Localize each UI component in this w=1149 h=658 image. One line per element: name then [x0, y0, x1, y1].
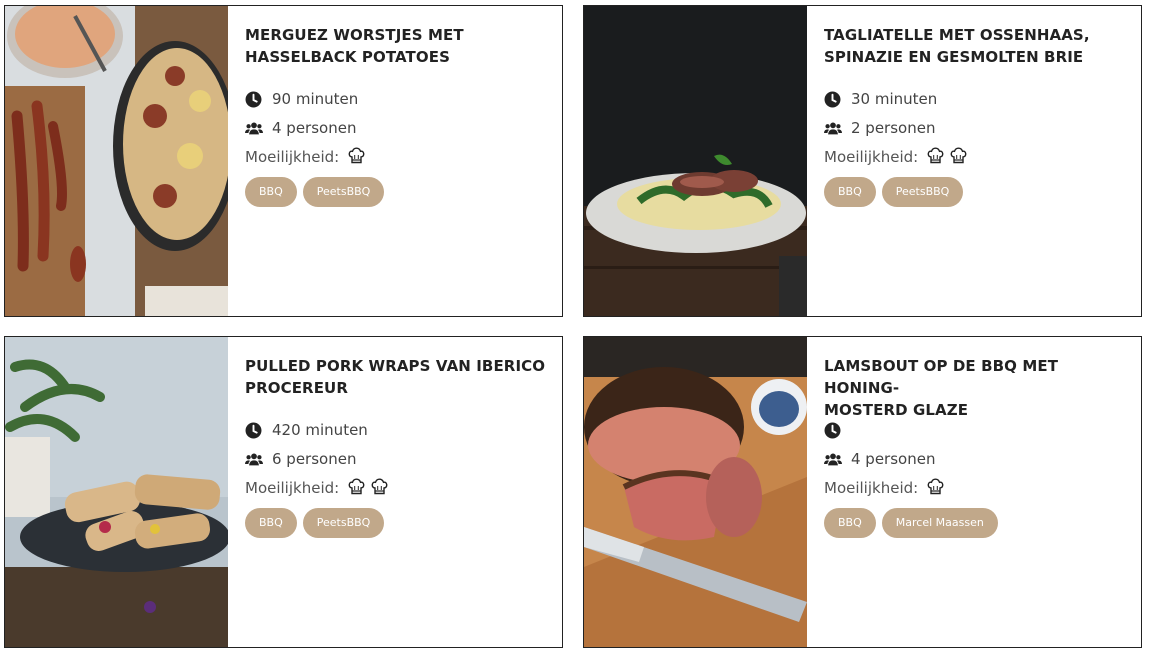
recipe-difficulty: Moeilijkheid: [824, 477, 944, 499]
recipe-persons: 6 personen [245, 449, 356, 469]
recipe-title[interactable]: MERGUEZ WORSTJES MET HASSELBACK POTATOES [245, 24, 552, 68]
recipe-title[interactable]: LAMSBOUT OP DE BBQ MET HONING- MOSTERD G… [824, 355, 1131, 421]
recipe-title-line[interactable]: PROCEREUR [245, 379, 348, 397]
users-icon [824, 450, 842, 468]
recipe-image[interactable] [584, 6, 807, 316]
difficulty-rating [348, 146, 365, 168]
users-icon [245, 450, 263, 468]
tag-bbq[interactable]: BBQ [245, 508, 297, 538]
users-icon [824, 119, 842, 137]
recipe-card[interactable]: MERGUEZ WORSTJES MET HASSELBACK POTATOES… [4, 5, 563, 317]
chef-hat-icon [950, 146, 967, 168]
tag-list: BBQ PeetsBBQ [824, 177, 964, 207]
recipe-time [824, 420, 851, 440]
tag-list: BBQ PeetsBBQ [245, 508, 385, 538]
recipe-title-line[interactable]: SPINAZIE EN GESMOLTEN BRIE [824, 48, 1083, 66]
tag-list: BBQ PeetsBBQ [245, 177, 385, 207]
recipe-image[interactable] [584, 337, 807, 647]
tag-author[interactable]: PeetsBBQ [302, 177, 385, 207]
time-value: 90 minuten [272, 90, 359, 108]
recipe-persons: 4 personen [245, 118, 356, 138]
time-value: 420 minuten [272, 421, 368, 439]
persons-value: 2 personen [851, 119, 936, 137]
recipe-card[interactable]: LAMSBOUT OP DE BBQ MET HONING- MOSTERD G… [583, 336, 1142, 648]
time-value: 30 minuten [851, 90, 938, 108]
recipe-title-line[interactable]: TAGLIATELLE MET OSSENHAAS, [824, 26, 1090, 44]
recipe-image[interactable] [5, 6, 228, 316]
clock-icon [245, 90, 263, 108]
recipe-card[interactable]: TAGLIATELLE MET OSSENHAAS, SPINAZIE EN G… [583, 5, 1142, 317]
persons-value: 4 personen [272, 119, 357, 137]
difficulty-label: Moeilijkheid: [824, 148, 919, 166]
difficulty-rating [927, 477, 944, 499]
recipe-time: 420 minuten [245, 420, 368, 440]
chef-hat-icon [371, 477, 388, 499]
difficulty-rating [927, 146, 967, 168]
recipe-persons: 2 personen [824, 118, 935, 138]
recipe-title-line[interactable]: MERGUEZ WORSTJES MET [245, 26, 464, 44]
recipe-title-line[interactable]: MOSTERD GLAZE [824, 401, 968, 419]
recipe-time: 30 minuten [824, 89, 937, 109]
recipe-time: 90 minuten [245, 89, 358, 109]
recipe-difficulty: Moeilijkheid: [824, 146, 967, 168]
tag-list: BBQ Marcel Maassen [824, 508, 998, 538]
clock-icon [824, 90, 842, 108]
recipe-persons: 4 personen [824, 449, 935, 469]
chef-hat-icon [348, 146, 365, 168]
persons-value: 6 personen [272, 450, 357, 468]
chef-hat-icon [927, 477, 944, 499]
tag-bbq[interactable]: BBQ [824, 177, 876, 207]
difficulty-label: Moeilijkheid: [245, 148, 340, 166]
difficulty-label: Moeilijkheid: [824, 479, 919, 497]
difficulty-rating [348, 477, 388, 499]
persons-value: 4 personen [851, 450, 936, 468]
recipe-difficulty: Moeilijkheid: [245, 146, 365, 168]
tag-author[interactable]: PeetsBBQ [881, 177, 964, 207]
users-icon [245, 119, 263, 137]
tag-bbq[interactable]: BBQ [245, 177, 297, 207]
recipe-image[interactable] [5, 337, 228, 647]
recipe-card[interactable]: PULLED PORK WRAPS VAN IBERICO PROCEREUR … [4, 336, 563, 648]
tag-author[interactable]: Marcel Maassen [881, 508, 998, 538]
recipe-title[interactable]: TAGLIATELLE MET OSSENHAAS, SPINAZIE EN G… [824, 24, 1131, 68]
recipe-title[interactable]: PULLED PORK WRAPS VAN IBERICO PROCEREUR [245, 355, 552, 399]
tag-author[interactable]: PeetsBBQ [302, 508, 385, 538]
clock-icon [824, 421, 842, 439]
clock-icon [245, 421, 263, 439]
recipe-title-line[interactable]: PULLED PORK WRAPS VAN IBERICO [245, 357, 545, 375]
chef-hat-icon [348, 477, 365, 499]
recipe-title-line[interactable]: LAMSBOUT OP DE BBQ MET HONING- [824, 357, 1058, 397]
chef-hat-icon [927, 146, 944, 168]
tag-bbq[interactable]: BBQ [824, 508, 876, 538]
recipe-difficulty: Moeilijkheid: [245, 477, 388, 499]
recipe-title-line[interactable]: HASSELBACK POTATOES [245, 48, 450, 66]
difficulty-label: Moeilijkheid: [245, 479, 340, 497]
